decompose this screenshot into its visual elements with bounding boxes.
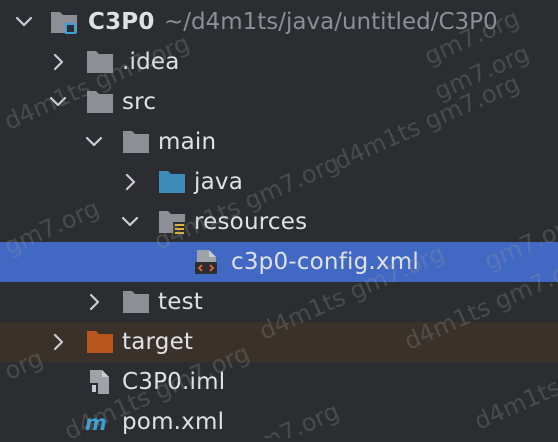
src-label: src — [122, 89, 157, 115]
c3p0-iml-label: C3P0.iml — [122, 369, 226, 395]
tree-item-src[interactable]: src — [0, 82, 558, 122]
test-label: test — [158, 289, 203, 315]
tree-item-c3p0-config[interactable]: c3p0-config.xml — [0, 242, 558, 282]
chevron-right-icon[interactable] — [120, 172, 140, 192]
tree-item-main[interactable]: main — [0, 122, 558, 162]
resources-folder-icon — [159, 211, 185, 234]
source-folder-icon — [159, 171, 185, 193]
tree-item-pom[interactable]: m pom.xml — [0, 402, 558, 442]
project-tree: C3P0 ~/d4m1ts/java/untitled/C3P0 .idea s… — [0, 0, 558, 438]
chevron-right-icon[interactable] — [48, 332, 68, 352]
resources-label: resources — [194, 209, 308, 235]
maven-icon: m — [85, 411, 107, 435]
pom-label: pom.xml — [122, 409, 225, 435]
folder-icon — [87, 91, 113, 113]
tree-item-resources[interactable]: resources — [0, 202, 558, 242]
chevron-down-icon[interactable] — [14, 12, 34, 32]
root-name: C3P0 — [88, 9, 155, 35]
folder-icon — [123, 131, 149, 153]
tree-item-c3p0-iml[interactable]: C3P0.iml — [0, 362, 558, 402]
target-label: target — [122, 329, 194, 355]
xml-file-icon — [195, 250, 217, 274]
chevron-down-icon[interactable] — [120, 212, 140, 232]
excluded-folder-icon — [87, 331, 113, 353]
tree-item-java[interactable]: java — [0, 162, 558, 202]
iml-file-icon — [90, 370, 109, 394]
chevron-down-icon[interactable] — [84, 132, 104, 152]
root-path: ~/d4m1ts/java/untitled/C3P0 — [164, 9, 498, 35]
c3p0-config-label: c3p0-config.xml — [231, 249, 419, 275]
folder-icon — [87, 51, 113, 73]
svg-text:m: m — [85, 411, 107, 435]
tree-item-root[interactable]: C3P0 ~/d4m1ts/java/untitled/C3P0 — [0, 2, 558, 42]
java-label: java — [194, 169, 243, 195]
main-label: main — [158, 129, 217, 155]
chevron-right-icon[interactable] — [84, 292, 104, 312]
chevron-down-icon[interactable] — [48, 92, 68, 112]
idea-label: .idea — [122, 49, 180, 75]
tree-item-target[interactable]: target — [0, 322, 558, 362]
tree-item-idea[interactable]: .idea — [0, 42, 558, 82]
folder-icon — [123, 291, 149, 313]
module-folder-icon — [51, 12, 77, 34]
tree-item-test[interactable]: test — [0, 282, 558, 322]
chevron-right-icon[interactable] — [48, 52, 68, 72]
